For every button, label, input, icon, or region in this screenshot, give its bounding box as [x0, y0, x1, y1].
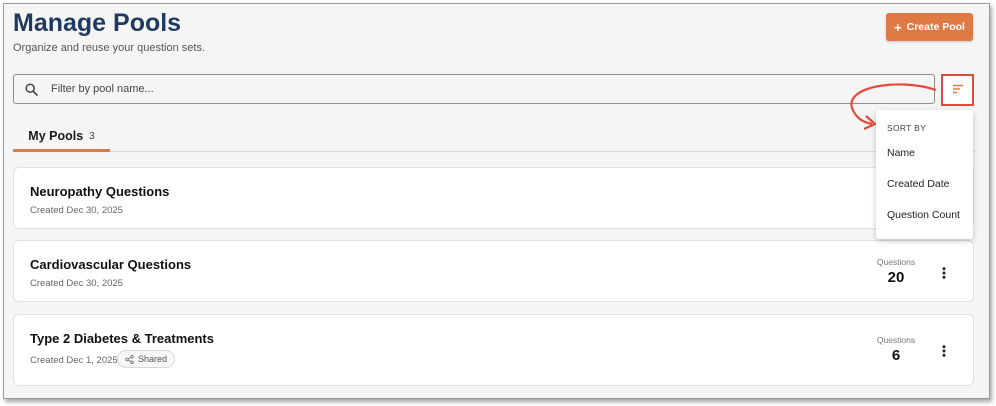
search-bar[interactable]: Filter by pool name... [13, 74, 935, 104]
pool-created-date: Created Dec 1, 2025 [30, 355, 118, 366]
shared-label: Shared [138, 354, 168, 364]
sort-dropdown: SORT BY Name Created Date Question Count [876, 110, 973, 239]
tab-bar: My Pools 3 [13, 124, 975, 152]
questions-label: Questions [876, 335, 916, 345]
create-pool-button[interactable]: + Create Pool [886, 13, 973, 41]
page-title: Manage Pools [13, 9, 182, 37]
questions-count: 6 [891, 347, 901, 364]
more-vertical-icon[interactable] [934, 341, 954, 361]
questions-label: Questions [876, 257, 916, 267]
sort-option-name[interactable]: Name [887, 147, 915, 159]
more-vertical-icon[interactable] [934, 263, 954, 283]
pool-created-date: Created Dec 30, 2025 [30, 205, 123, 216]
pool-name: Neuropathy Questions [30, 184, 170, 199]
sort-header: SORT BY [887, 123, 927, 133]
search-input[interactable]: Filter by pool name... [51, 83, 154, 95]
app-window: Manage Pools Organize and reuse your que… [3, 3, 990, 399]
questions-count: 20 [887, 269, 905, 286]
pool-name: Type 2 Diabetes & Treatments [30, 331, 214, 346]
sort-option-created-date[interactable]: Created Date [887, 178, 949, 190]
tab-my-pools[interactable]: My Pools 3 [13, 124, 110, 152]
sort-icon [952, 81, 964, 99]
create-pool-label: Create Pool [906, 21, 965, 33]
pool-created-date: Created Dec 30, 2025 [30, 278, 123, 289]
sort-button[interactable] [941, 74, 974, 106]
plus-icon: + [894, 19, 902, 35]
pool-name: Cardiovascular Questions [30, 257, 192, 272]
pool-card[interactable]: Neuropathy Questions Created Dec 30, 202… [13, 167, 974, 229]
page-subtitle: Organize and reuse your question sets. [13, 42, 206, 54]
tab-count: 3 [89, 131, 95, 142]
share-icon [125, 354, 134, 364]
search-icon [14, 82, 48, 96]
shared-badge: Shared [117, 350, 176, 368]
tab-label: My Pools [28, 129, 84, 143]
pool-card[interactable]: Type 2 Diabetes & Treatments Created Dec… [13, 314, 974, 386]
pool-card[interactable]: Cardiovascular Questions Created Dec 30,… [13, 240, 974, 302]
sort-option-question-count[interactable]: Question Count [887, 209, 960, 221]
